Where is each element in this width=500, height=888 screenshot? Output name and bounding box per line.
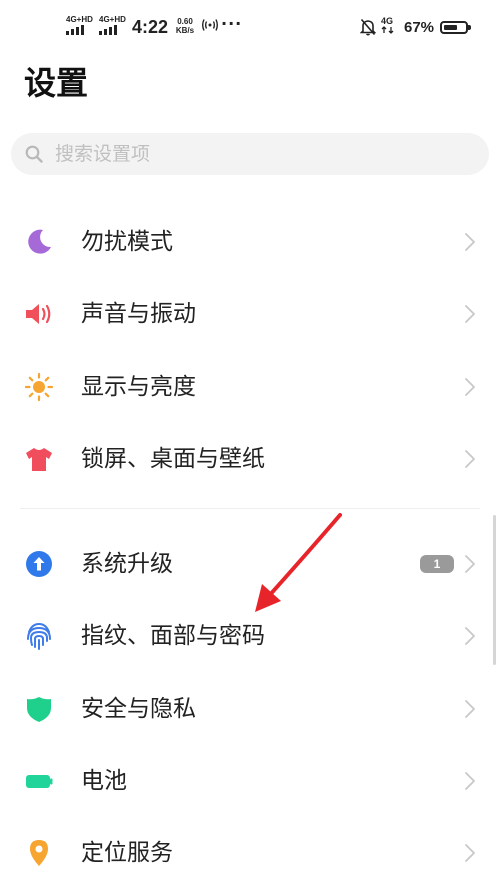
settings-item-location-services[interactable]: 定位服务 bbox=[0, 816, 500, 888]
scrollbar[interactable] bbox=[493, 515, 496, 665]
settings-item-label: 锁屏、桌面与壁纸 bbox=[81, 446, 265, 472]
chevron-right-icon bbox=[464, 377, 476, 397]
chevron-right-icon bbox=[464, 771, 476, 791]
settings-item-sound-vibration[interactable]: 声音与振动 bbox=[0, 277, 500, 349]
sun-icon bbox=[24, 372, 54, 402]
shirt-icon bbox=[24, 444, 54, 474]
chevron-right-icon bbox=[464, 699, 476, 719]
chevron-right-icon bbox=[464, 554, 476, 574]
settings-item-label: 声音与振动 bbox=[81, 301, 196, 327]
settings-item-battery[interactable]: 电池 bbox=[0, 744, 500, 816]
settings-item-label: 显示与亮度 bbox=[81, 374, 196, 400]
location-pin-icon bbox=[24, 838, 54, 868]
battery-icon bbox=[24, 766, 54, 796]
chevron-right-icon bbox=[464, 626, 476, 646]
chevron-right-icon bbox=[464, 843, 476, 863]
chevron-right-icon bbox=[464, 232, 476, 252]
fingerprint-icon bbox=[24, 621, 54, 651]
settings-item-system-upgrade[interactable]: 系统升级 1 bbox=[0, 527, 500, 599]
chevron-right-icon bbox=[464, 449, 476, 469]
settings-item-display-brightness[interactable]: 显示与亮度 bbox=[0, 350, 500, 422]
moon-icon bbox=[24, 227, 54, 257]
shield-icon bbox=[24, 694, 54, 724]
settings-list: 勿扰模式 声音与振动 显示与亮度 锁屏、桌面与壁纸 系统升级 1 指纹、面部与密… bbox=[0, 0, 500, 867]
chevron-right-icon bbox=[464, 304, 476, 324]
settings-item-security-privacy[interactable]: 安全与隐私 bbox=[0, 672, 500, 744]
settings-item-label: 勿扰模式 bbox=[81, 229, 173, 255]
settings-item-label: 指纹、面部与密码 bbox=[81, 623, 265, 649]
settings-item-label: 定位服务 bbox=[81, 840, 173, 866]
settings-item-label: 电池 bbox=[81, 768, 127, 794]
settings-item-do-not-disturb[interactable]: 勿扰模式 bbox=[0, 205, 500, 277]
settings-item-label: 安全与隐私 bbox=[81, 696, 196, 722]
settings-item-lockscreen-wallpaper[interactable]: 锁屏、桌面与壁纸 bbox=[0, 422, 500, 494]
update-count-badge: 1 bbox=[420, 555, 454, 573]
settings-item-label: 系统升级 bbox=[81, 551, 173, 577]
section-divider bbox=[20, 508, 480, 509]
speaker-icon bbox=[24, 299, 54, 329]
settings-item-fingerprint-face-password[interactable]: 指纹、面部与密码 bbox=[0, 599, 500, 671]
upgrade-arrow-icon bbox=[24, 549, 54, 579]
